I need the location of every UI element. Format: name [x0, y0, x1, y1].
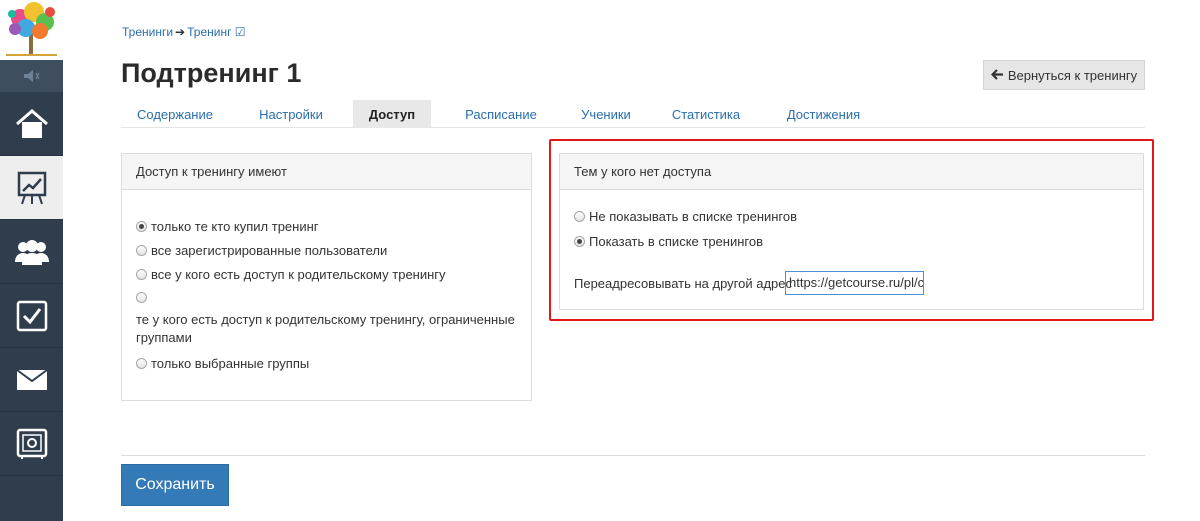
- safe-icon[interactable]: [0, 412, 63, 476]
- radio-label: все зарегистрированные пользователи: [151, 243, 388, 258]
- tab-students[interactable]: Ученики: [566, 100, 646, 128]
- radio-label: только выбранные группы: [151, 356, 310, 371]
- users-icon[interactable]: [0, 220, 63, 284]
- breadcrumb-link-training[interactable]: Тренинг ☑: [187, 25, 245, 39]
- sidebar: [0, 0, 63, 521]
- tab-statistics[interactable]: Статистика: [661, 100, 751, 128]
- access-option-purchased[interactable]: только те кто купил тренинг: [136, 219, 319, 234]
- checkbox-icon[interactable]: [0, 284, 63, 348]
- access-panel-title: Доступ к тренингу имеют: [122, 154, 531, 190]
- breadcrumb-link-trainings[interactable]: Тренинги: [122, 25, 173, 39]
- access-option-parent-groups[interactable]: [136, 292, 147, 303]
- tab-schedule[interactable]: Расписание: [446, 100, 556, 128]
- radio-label: только те кто купил тренинг: [151, 219, 319, 234]
- back-to-training-button[interactable]: Вернуться к тренингу: [983, 60, 1145, 90]
- access-option-parent[interactable]: все у кого есть доступ к родительскому т…: [136, 267, 446, 282]
- radio-label: все у кого есть доступ к родительскому т…: [151, 267, 446, 282]
- radio-button[interactable]: [136, 358, 147, 369]
- radio-button[interactable]: [136, 269, 147, 280]
- highlight-frame: [549, 139, 1154, 321]
- radio-button[interactable]: [136, 221, 147, 232]
- arrow-left-icon: [990, 68, 1004, 83]
- speaker-icon[interactable]: [0, 60, 63, 92]
- access-option-registered[interactable]: все зарегистрированные пользователи: [136, 243, 387, 258]
- logo-tree-icon[interactable]: [0, 0, 63, 60]
- radio-button[interactable]: [136, 292, 147, 303]
- back-button-label: Вернуться к тренингу: [1007, 67, 1138, 83]
- tab-access[interactable]: Доступ: [353, 100, 431, 128]
- breadcrumb: Тренинги ➔ Тренинг ☑: [122, 25, 246, 39]
- tab-content[interactable]: Содержание: [121, 100, 229, 128]
- save-button[interactable]: Сохранить: [121, 464, 229, 506]
- tab-settings[interactable]: Настройки: [241, 100, 341, 128]
- access-panel: Доступ к тренингу имеют только те кто ку…: [121, 153, 532, 401]
- tabs: Содержание Настройки Доступ Расписание У…: [121, 100, 1145, 128]
- divider: [121, 455, 1145, 456]
- radio-button[interactable]: [136, 245, 147, 256]
- page-title: Подтренинг 1: [121, 58, 302, 88]
- chart-icon[interactable]: [0, 156, 63, 220]
- tab-achievements[interactable]: Достижения: [776, 100, 871, 128]
- radio-label: те у кого есть доступ к родительскому тр…: [136, 312, 515, 345]
- mail-icon[interactable]: [0, 348, 63, 412]
- breadcrumb-separator: ➔: [175, 25, 186, 39]
- home-icon[interactable]: [0, 92, 63, 156]
- access-option-selected-groups[interactable]: только выбранные группы: [136, 356, 309, 371]
